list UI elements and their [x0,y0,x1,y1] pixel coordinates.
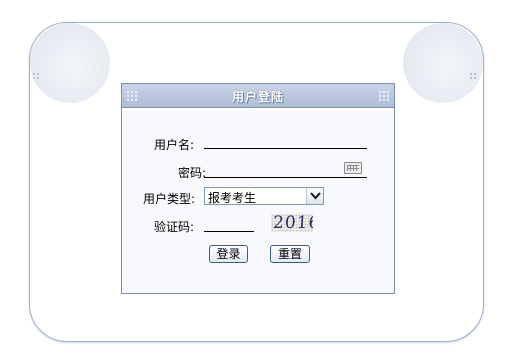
chevron-down-icon[interactable] [306,188,323,204]
login-button[interactable]: 登录 [209,245,248,263]
captcha-image[interactable]: 2016 [271,214,313,232]
login-panel-title: 用户登陆 [231,90,284,104]
password-label: 密码: [178,166,207,180]
header-dots-right [378,90,390,102]
dots-decoration-right [469,72,477,80]
username-label: 用户名: [154,138,195,152]
captcha-input[interactable] [204,215,254,232]
captcha-image-text: 2016 [272,214,313,232]
corner-decoration-right [403,23,483,103]
user-type-selected-value: 报考考生 [208,191,257,205]
captcha-label: 验证码: [154,220,195,234]
username-input[interactable] [204,132,367,149]
dots-decoration-left [32,72,40,80]
corner-decoration-left [30,23,110,103]
login-page: 用户登陆 用户名: 密码: 用户类型: 报考考生 验证码: 2016 登录 重置 [0,0,519,364]
user-type-label: 用户类型: [143,192,196,206]
login-panel: 用户登陆 用户名: 密码: 用户类型: 报考考生 验证码: 2016 登录 重置 [121,83,395,294]
soft-keyboard-icon[interactable] [344,162,362,174]
password-input[interactable] [204,161,367,178]
reset-button[interactable]: 重置 [270,245,310,263]
user-type-select[interactable]: 报考考生 [204,187,324,205]
login-form: 用户名: 密码: 用户类型: 报考考生 验证码: 2016 登录 重置 [123,110,393,292]
login-panel-header: 用户登陆 [122,84,394,108]
